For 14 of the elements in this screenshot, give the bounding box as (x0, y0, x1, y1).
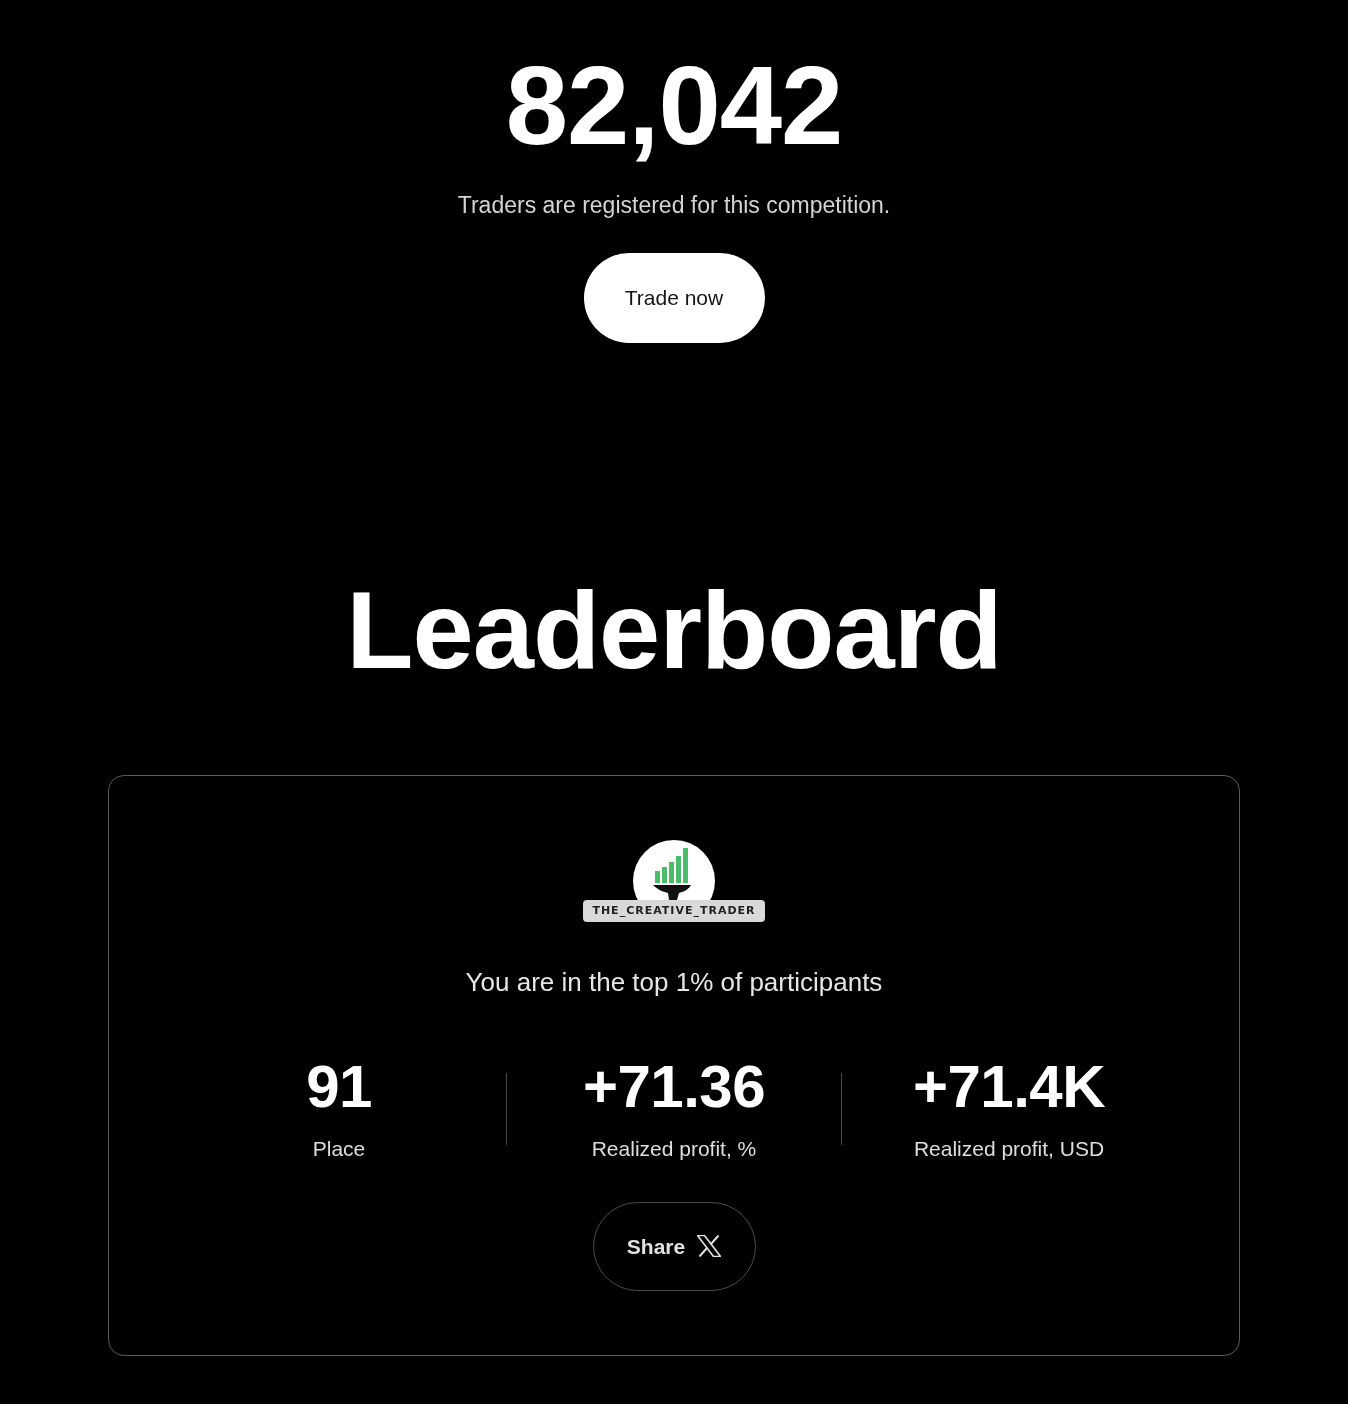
trade-now-button[interactable]: Trade now (583, 252, 765, 343)
x-logo-icon (697, 1235, 722, 1258)
stat-label: Realized profit, % (591, 1135, 757, 1161)
stat-label: Place (312, 1135, 366, 1161)
registered-count: 82,042 (505, 42, 843, 162)
username-tag: THE_CREATIVE_TRADER (583, 899, 765, 922)
stat-value: +71.36 (582, 1056, 766, 1117)
stat-value: 91 (306, 1056, 372, 1117)
stat-label: Realized profit, USD (913, 1135, 1105, 1161)
leaderboard-title: Leaderboard (346, 574, 1002, 685)
share-button[interactable]: Share (592, 1201, 756, 1291)
count-caption: Traders are registered for this competition. (457, 192, 891, 220)
rank-summary: You are in the top 1% of participants (465, 966, 883, 998)
stat-value: +71.4K (912, 1056, 1106, 1117)
